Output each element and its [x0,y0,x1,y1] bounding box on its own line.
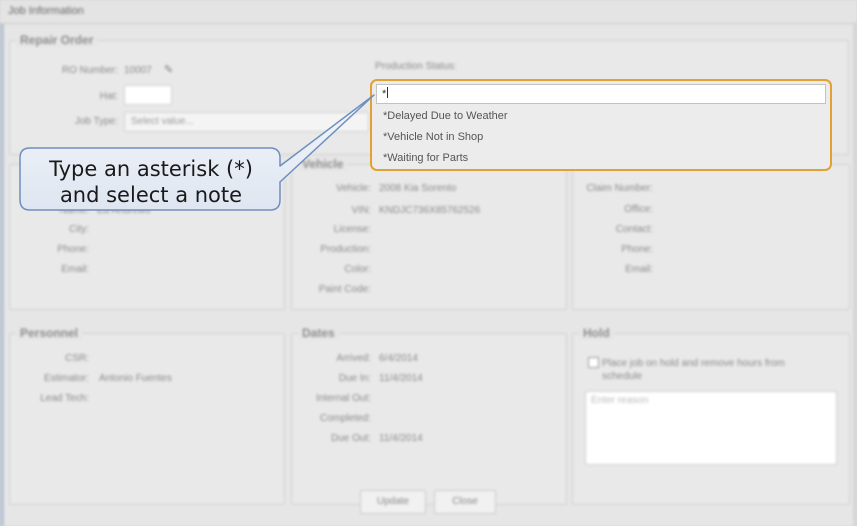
callout-text: Type an asterisk (*) and select a note [22,156,280,208]
job-information-screen: Job Information Repair Order RO Number: … [0,0,857,526]
callout-line-1: Type an asterisk (*) [49,157,253,181]
callout-bubble [19,94,375,211]
callout-line-2: and select a note [59,183,243,207]
